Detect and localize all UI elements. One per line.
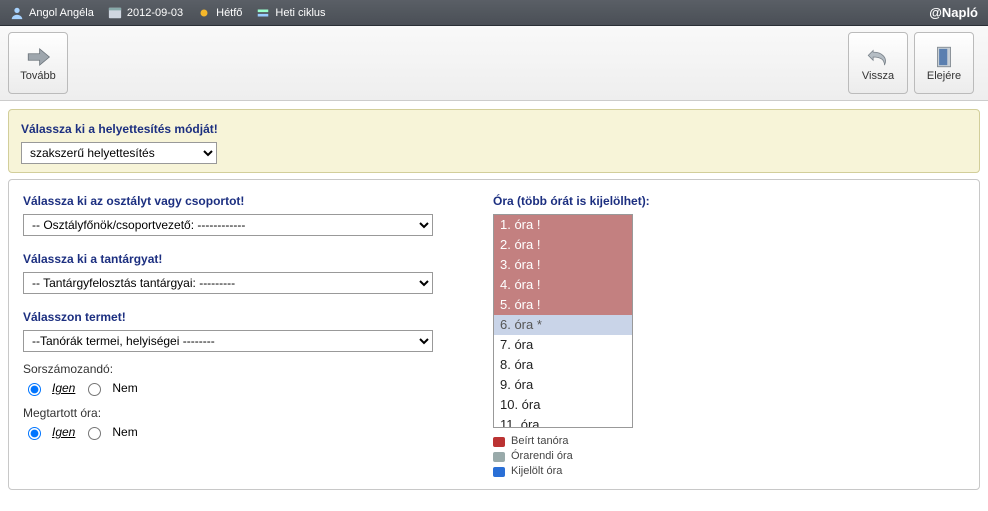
hour-item[interactable]: 10. óra [494,395,632,415]
topbar-day-label: Hétfő [216,7,242,19]
start-button[interactable]: Elejére [914,32,974,94]
start-button-label: Elejére [927,70,961,82]
door-icon [930,44,958,70]
held-radio-group: Igen Nem [23,424,463,440]
top-bar: Angol Angéla 2012-09-03 Hétfő Heti ciklu… [0,0,988,26]
legend-red-label: Beírt tanóra [511,434,568,449]
sun-icon [197,6,211,20]
topbar-user: Angol Angéla [10,6,94,20]
class-title: Válassza ki az osztályt vagy csoportot! [23,194,463,208]
hour-item[interactable]: 5. óra ! [494,295,632,315]
topbar-date: 2012-09-03 [108,6,183,20]
room-title: Válasszon termet! [23,310,463,324]
form-panel: Válassza ki az osztályt vagy csoportot! … [8,179,980,490]
main-panel: Válassza ki a helyettesítés módját! szak… [8,109,980,490]
legend-swatch-red [493,437,505,447]
legend-swatch-blue [493,467,505,477]
calendar-icon [108,6,122,20]
numbered-yes-label: Igen [52,381,75,395]
user-icon [10,6,24,20]
room-select[interactable]: --Tanórák termei, helyiségei -------- [23,330,433,352]
undo-icon [864,44,892,70]
numbered-radio-group: Igen Nem [23,380,463,396]
hour-item[interactable]: 7. óra [494,335,632,355]
numbered-no-radio[interactable] [88,383,101,396]
class-select[interactable]: -- Osztályfőnök/csoportvezető: ---------… [23,214,433,236]
cycle-icon [256,6,270,20]
topbar-cycle: Heti ciklus [256,6,325,20]
right-column: Óra (több órát is kijelölhet): 1. óra !2… [493,190,965,479]
left-column: Válassza ki az osztályt vagy csoportot! … [23,190,463,479]
numbered-label: Sorszámozandó: [23,362,463,376]
hour-item[interactable]: 3. óra ! [494,255,632,275]
numbered-yes-radio[interactable] [28,383,41,396]
held-no-label: Nem [112,425,137,439]
legend-gray-label: Órarendi óra [511,449,573,464]
subject-title: Válassza ki a tantárgyat! [23,252,463,266]
hours-title: Óra (több órát is kijelölhet): [493,194,965,208]
hour-item[interactable]: 2. óra ! [494,235,632,255]
back-button[interactable]: Vissza [848,32,908,94]
arrow-right-icon [24,44,52,70]
topbar-cycle-label: Heti ciklus [275,7,325,19]
held-label: Megtartott óra: [23,406,463,420]
subject-select[interactable]: -- Tantárgyfelosztás tantárgyai: -------… [23,272,433,294]
legend-blue-label: Kijelölt óra [511,464,562,479]
hour-item[interactable]: 4. óra ! [494,275,632,295]
brand-label: @Napló [929,5,978,20]
next-button-label: Tovább [20,70,55,82]
toolbar: Tovább Vissza Elejére [0,26,988,101]
hour-item[interactable]: 6. óra * [494,315,632,335]
topbar-date-label: 2012-09-03 [127,7,183,19]
mode-select[interactable]: szakszerű helyettesítés [21,142,217,164]
topbar-user-label: Angol Angéla [29,7,94,19]
hour-item[interactable]: 8. óra [494,355,632,375]
held-yes-label: Igen [52,425,75,439]
hour-item[interactable]: 11. óra [494,415,632,428]
numbered-no-label: Nem [112,381,137,395]
hours-legend: Beírt tanóra Órarendi óra Kijelölt óra [493,434,965,479]
next-button[interactable]: Tovább [8,32,68,94]
mode-panel: Válassza ki a helyettesítés módját! szak… [8,109,980,173]
topbar-day: Hétfő [197,6,242,20]
held-yes-radio[interactable] [28,427,41,440]
hour-item[interactable]: 1. óra ! [494,215,632,235]
held-no-radio[interactable] [88,427,101,440]
legend-swatch-gray [493,452,505,462]
hour-item[interactable]: 9. óra [494,375,632,395]
hours-listbox[interactable]: 1. óra !2. óra !3. óra !4. óra !5. óra !… [493,214,633,428]
mode-title: Válassza ki a helyettesítés módját! [21,122,967,136]
back-button-label: Vissza [862,70,894,82]
